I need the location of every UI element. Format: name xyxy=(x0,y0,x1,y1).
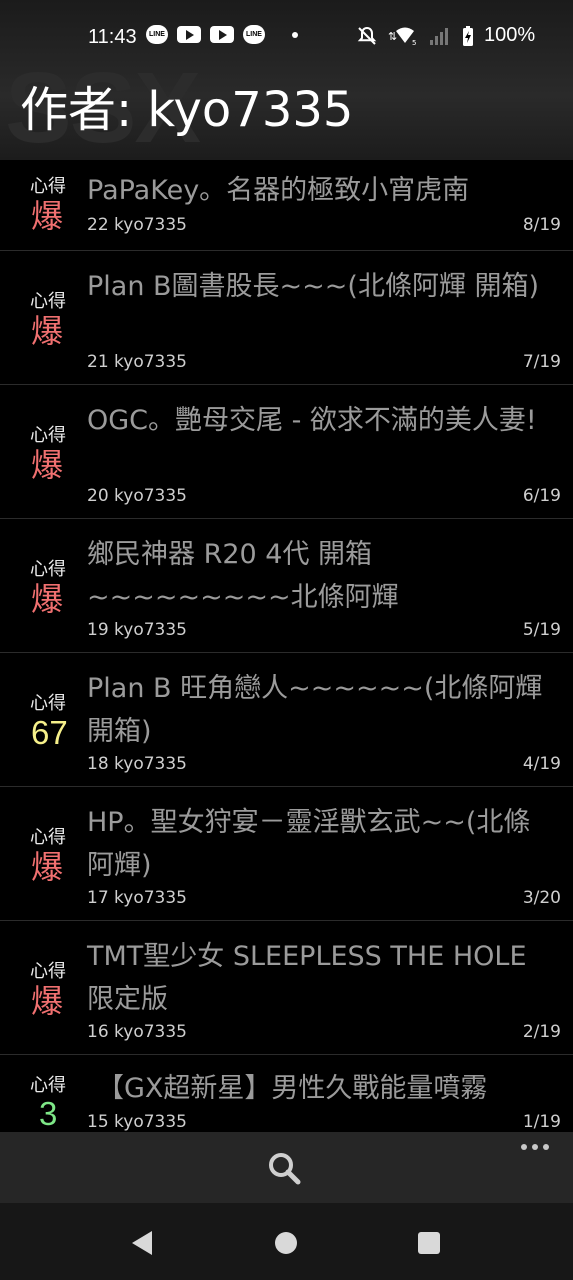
post-meta: 19 kyo7335 xyxy=(87,620,187,640)
post-date: 7/19 xyxy=(522,352,561,372)
recents-icon[interactable] xyxy=(418,1232,440,1254)
notification-icons: LINE LINE xyxy=(146,25,298,44)
post-title: Plan B 旺角戀人~~~~~~(北條阿輝開箱) xyxy=(87,673,543,747)
post-date: 3/20 xyxy=(522,888,561,908)
list-item[interactable]: 心得 爆 PaPaKey。名器的極致小宵虎南 22 kyo7335 8/19 xyxy=(0,160,573,251)
youtube-icon-2 xyxy=(210,26,234,43)
heat-badge: 3 xyxy=(39,1095,58,1132)
post-meta: 16 kyo7335 xyxy=(87,1022,187,1042)
youtube-icon xyxy=(177,26,201,43)
battery-percent: 100% xyxy=(484,24,536,46)
post-title: OGC。艷母交尾 - 欲求不滿的美人妻! xyxy=(87,405,537,436)
category-tag: 心得 xyxy=(30,693,66,714)
list-item[interactable]: 心得 爆 Plan B圖書股長~~~(北條阿輝 開箱) 21 kyo7335 7… xyxy=(0,251,573,385)
category-tag: 心得 xyxy=(30,827,66,848)
status-bar: 11:43 LINE LINE ⇅ 5 100% xyxy=(0,18,573,58)
system-nav-bar xyxy=(0,1203,573,1280)
back-icon[interactable] xyxy=(130,1230,154,1256)
category-tag: 心得 xyxy=(30,1075,66,1096)
line-app-icon-2: LINE xyxy=(243,25,265,44)
signal-icon xyxy=(430,27,448,45)
heat-badge: 爆 xyxy=(31,848,64,886)
more-options-icon xyxy=(521,1144,527,1150)
search-icon xyxy=(269,1153,301,1185)
category-tag: 心得 xyxy=(30,176,66,197)
post-meta: 21 kyo7335 xyxy=(87,352,187,372)
list-item[interactable]: 心得 爆 HP。聖女狩宴－靈淫獸玄武~~(北條阿輝) 17 kyo7335 3/… xyxy=(0,787,573,921)
post-meta: 20 kyo7335 xyxy=(87,486,187,506)
post-meta: 18 kyo7335 xyxy=(87,754,187,774)
more-notifications-dot-icon xyxy=(292,31,298,38)
heat-badge: 爆 xyxy=(31,197,64,235)
list-item[interactable]: 心得 爆 鄉民神器 R20 4代 開箱~~~~~~~~~北條阿輝 19 kyo7… xyxy=(0,519,573,653)
post-meta: 15 kyo7335 xyxy=(87,1112,187,1132)
status-time: 11:43 xyxy=(88,26,137,48)
svg-text:⇅: ⇅ xyxy=(388,30,397,43)
post-meta: 22 kyo7335 xyxy=(87,215,187,235)
wifi-icon: ⇅ 5 xyxy=(388,27,416,47)
bottom-toolbar xyxy=(0,1132,573,1203)
list-item[interactable]: 心得 67 Plan B 旺角戀人~~~~~~(北條阿輝開箱) 18 kyo73… xyxy=(0,653,573,787)
more-options-button[interactable] xyxy=(521,1144,557,1160)
post-date: 2/19 xyxy=(522,1022,561,1042)
home-icon[interactable] xyxy=(275,1232,297,1254)
post-title: Plan B圖書股長~~~(北條阿輝 開箱) xyxy=(87,271,540,302)
post-date: 8/19 xyxy=(522,215,561,235)
category-tag: 心得 xyxy=(30,961,66,982)
list-item[interactable]: 心得 爆 TMT聖少女 SLEEPLESS THE HOLE 限定版 16 ky… xyxy=(0,921,573,1055)
post-title: TMT聖少女 SLEEPLESS THE HOLE 限定版 xyxy=(87,941,527,1015)
list-item[interactable]: 心得 爆 OGC。艷母交尾 - 欲求不滿的美人妻! 20 kyo7335 6/1… xyxy=(0,385,573,519)
post-date: 4/19 xyxy=(522,754,561,774)
post-date: 1/19 xyxy=(522,1112,561,1132)
post-meta: 17 kyo7335 xyxy=(87,888,187,908)
more-options-icon-dot xyxy=(532,1144,538,1150)
line-app-icon: LINE xyxy=(146,25,168,44)
post-title: PaPaKey。名器的極致小宵虎南 xyxy=(87,175,470,206)
system-icons: ⇅ 5 100% xyxy=(356,24,535,47)
post-list: 心得 爆 PaPaKey。名器的極致小宵虎南 22 kyo7335 8/19 心… xyxy=(0,160,573,1145)
post-date: 6/19 xyxy=(522,486,561,506)
post-title: 【GX超新星】男性久戰能量噴霧 xyxy=(97,1073,488,1104)
battery-icon xyxy=(463,25,473,46)
post-title: HP。聖女狩宴－靈淫獸玄武~~(北條阿輝) xyxy=(87,807,531,881)
heat-badge: 爆 xyxy=(31,982,64,1020)
heat-badge: 67 xyxy=(31,714,68,751)
mute-icon xyxy=(357,26,377,45)
more-options-icon-dot xyxy=(543,1144,549,1150)
post-title: 鄉民神器 R20 4代 開箱~~~~~~~~~北條阿輝 xyxy=(87,539,399,613)
svg-text:5: 5 xyxy=(412,39,416,47)
heat-badge: 爆 xyxy=(31,446,64,484)
page-title: 作者: kyo7335 xyxy=(20,82,354,138)
category-tag: 心得 xyxy=(30,559,66,580)
search-button[interactable] xyxy=(265,1149,305,1189)
heat-badge: 爆 xyxy=(31,312,64,350)
category-tag: 心得 xyxy=(30,291,66,312)
heat-badge: 爆 xyxy=(31,580,64,618)
category-tag: 心得 xyxy=(30,425,66,446)
header: SSX 11:43 LINE LINE ⇅ 5 100% 作者: kyo7335 xyxy=(0,0,573,160)
post-date: 5/19 xyxy=(522,620,561,640)
screen: SSX 11:43 LINE LINE ⇅ 5 100% 作者: kyo7335… xyxy=(0,0,573,1280)
